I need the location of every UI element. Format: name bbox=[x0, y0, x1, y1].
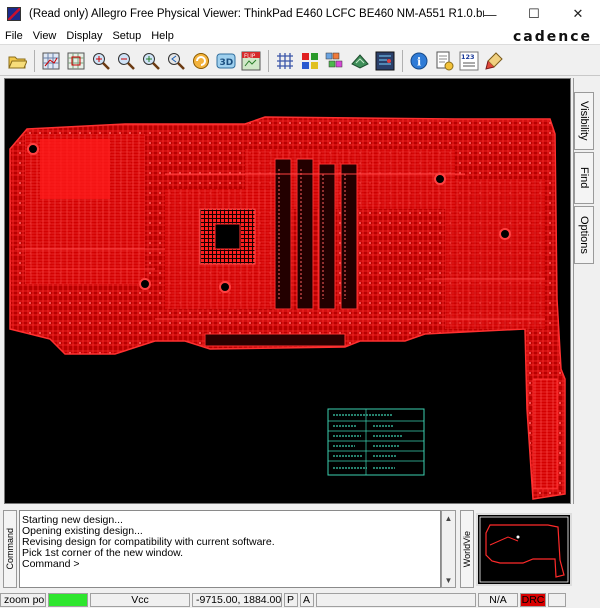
toolbar-separator bbox=[268, 49, 269, 72]
window-controls: — ☐ ✕ bbox=[468, 0, 600, 28]
zoom-out-icon[interactable] bbox=[115, 50, 137, 72]
flip-label: FLIP bbox=[244, 53, 256, 59]
worldview-map bbox=[479, 516, 569, 583]
open-icon[interactable] bbox=[6, 50, 28, 72]
menu-setup[interactable]: Setup bbox=[107, 30, 146, 42]
3d-view-icon[interactable]: 3D bbox=[215, 50, 237, 72]
tab-find[interactable]: Find bbox=[574, 152, 594, 204]
worldview-window[interactable] bbox=[476, 513, 572, 586]
tab-visibility-label: Visibility bbox=[578, 101, 590, 141]
info-icon[interactable]: i bbox=[408, 50, 430, 72]
zoom-world-icon[interactable] bbox=[140, 50, 162, 72]
toolbar-separator bbox=[34, 49, 35, 72]
menu-display[interactable]: Display bbox=[61, 30, 107, 42]
title-bar: (Read only) Allegro Free Physical Viewer… bbox=[0, 0, 600, 28]
command-prompt[interactable]: Command > bbox=[22, 559, 440, 570]
worldview-tab-label: WorldVie bbox=[462, 530, 472, 568]
toolbar: 3D FLIP i 123 bbox=[0, 46, 600, 76]
flip-icon[interactable]: FLIP bbox=[240, 50, 262, 72]
zoom-in-icon[interactable] bbox=[90, 50, 112, 72]
status-a-flag[interactable]: A bbox=[300, 593, 314, 607]
board-canvas[interactable] bbox=[4, 78, 571, 504]
menu-view[interactable]: View bbox=[28, 30, 62, 42]
counter-label: 123 bbox=[461, 53, 475, 61]
grid-icon[interactable] bbox=[40, 50, 62, 72]
close-button[interactable]: ✕ bbox=[556, 0, 600, 28]
tab-options-label: Options bbox=[578, 216, 590, 254]
highlight-icon[interactable] bbox=[483, 50, 505, 72]
minimize-button[interactable]: — bbox=[468, 0, 512, 28]
status-blank bbox=[316, 593, 476, 607]
svg-text:i: i bbox=[417, 55, 421, 68]
status-net: Vcc bbox=[90, 593, 190, 607]
shadow-icon[interactable] bbox=[349, 50, 371, 72]
command-console[interactable]: Starting new design... Opening existing … bbox=[19, 510, 441, 588]
menu-file[interactable]: File bbox=[0, 30, 28, 42]
side-panel-tabs: Visibility Find Options bbox=[574, 92, 600, 266]
status-drc[interactable]: DRC bbox=[520, 593, 546, 607]
board-view-icon[interactable] bbox=[374, 50, 396, 72]
console-scrollbar[interactable]: ▲ ▼ bbox=[441, 510, 456, 588]
zoom-fit-icon[interactable] bbox=[65, 50, 87, 72]
maximize-button[interactable]: ☐ bbox=[512, 0, 556, 28]
status-coordinates: -9715.00, 1884.00 bbox=[192, 593, 282, 607]
cadence-logo: cadence bbox=[512, 29, 592, 45]
menu-help[interactable]: Help bbox=[146, 30, 179, 42]
redraw-icon[interactable] bbox=[190, 50, 212, 72]
status-na: N/A bbox=[478, 593, 518, 607]
tab-visibility[interactable]: Visibility bbox=[574, 92, 594, 150]
layers-icon[interactable] bbox=[324, 50, 346, 72]
app-icon[interactable] bbox=[7, 7, 21, 21]
status-mode: zoom poin bbox=[0, 593, 46, 607]
command-tab-label: Command bbox=[5, 528, 15, 570]
grid-toggle-icon[interactable] bbox=[274, 50, 296, 72]
measure-icon[interactable] bbox=[433, 50, 455, 72]
tab-options[interactable]: Options bbox=[574, 206, 594, 264]
console-line: Pick 1st corner of the new window. bbox=[22, 547, 184, 559]
pcb-layout bbox=[9, 116, 566, 500]
tab-find-label: Find bbox=[578, 167, 590, 189]
counter-icon[interactable]: 123 bbox=[458, 50, 480, 72]
command-tab[interactable]: Command bbox=[3, 510, 17, 588]
drawing-table bbox=[327, 408, 425, 476]
status-p-flag[interactable]: P bbox=[284, 593, 298, 607]
zoom-previous-icon[interactable] bbox=[165, 50, 187, 72]
status-ready-indicator bbox=[48, 593, 88, 607]
worldview-tab[interactable]: WorldVie bbox=[460, 510, 474, 588]
status-bar: zoom poin Vcc -9715.00, 1884.00 P A N/A … bbox=[0, 592, 600, 608]
toolbar-separator bbox=[402, 49, 403, 72]
command-panel: Command Starting new design... Opening e… bbox=[0, 510, 600, 590]
status-end bbox=[548, 593, 566, 607]
menu-bar: File View Display Setup Help cadence bbox=[0, 28, 600, 45]
color-icon[interactable] bbox=[299, 50, 321, 72]
window-title: (Read only) Allegro Free Physical Viewer… bbox=[29, 8, 484, 20]
scroll-up-icon[interactable]: ▲ bbox=[442, 511, 455, 525]
scroll-down-icon[interactable]: ▼ bbox=[442, 573, 455, 587]
svg-text:3D: 3D bbox=[220, 58, 234, 68]
